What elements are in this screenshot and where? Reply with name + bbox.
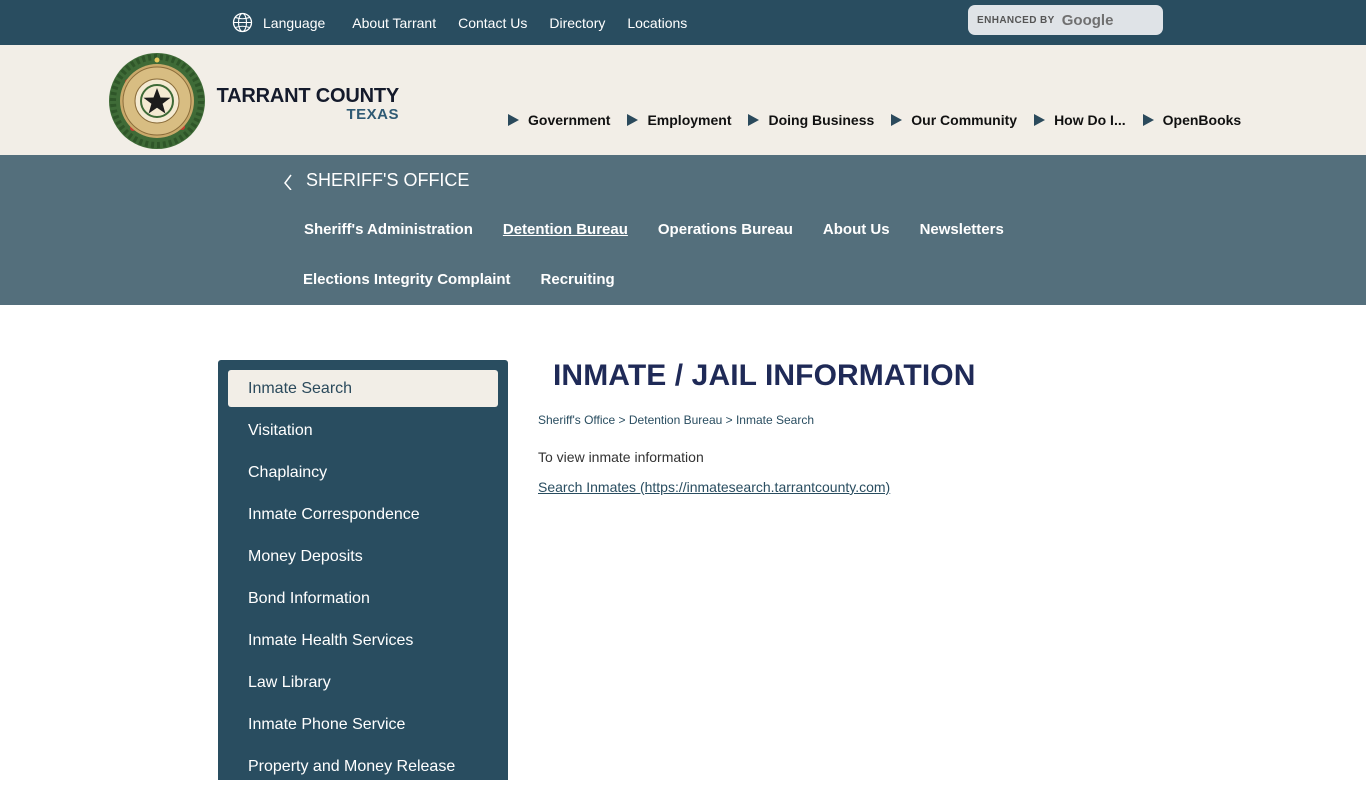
sidebar-item-chaplaincy[interactable]: Chaplaincy <box>228 454 498 496</box>
subnav-newsletters[interactable]: Newsletters <box>920 221 1004 238</box>
triangle-right-icon <box>627 114 639 126</box>
directory-link[interactable]: Directory <box>549 15 605 31</box>
top-utility-bar: Language About Tarrant Contact Us Direct… <box>0 0 1366 45</box>
sidebar-item-law-library[interactable]: Law Library <box>228 664 498 706</box>
department-title: SHERIFF'S OFFICE <box>306 170 470 190</box>
site-brand[interactable]: TARRANT COUNTY TEXAS <box>214 85 400 124</box>
nav-label: Employment <box>647 112 732 128</box>
nav-how-do-i[interactable]: How Do I... <box>1034 112 1126 128</box>
triangle-right-icon <box>1034 114 1046 126</box>
nav-label: Government <box>528 112 611 128</box>
breadcrumb[interactable]: Sheriff's Office > Detention Bureau > In… <box>538 413 1258 427</box>
nav-label: OpenBooks <box>1162 112 1242 128</box>
subnav-operations-bureau[interactable]: Operations Bureau <box>658 221 793 238</box>
contact-us-link[interactable]: Contact Us <box>458 15 527 31</box>
sidebar-item-property-and-money-release[interactable]: Property and Money Release <box>228 748 498 790</box>
department-nav-row-2: Elections Integrity Complaint Recruiting <box>303 271 645 288</box>
sidebar-item-inmate-health-services[interactable]: Inmate Health Services <box>228 622 498 664</box>
triangle-right-icon <box>1142 114 1154 126</box>
nav-employment[interactable]: Employment <box>627 112 731 128</box>
nav-label: How Do I... <box>1054 112 1126 128</box>
subnav-elections-integrity-complaint[interactable]: Elections Integrity Complaint <box>303 271 511 288</box>
department-back-link[interactable]: SHERIFF'S OFFICE <box>282 170 469 191</box>
chevron-left-icon <box>284 174 292 190</box>
intro-text: To view inmate information <box>538 449 704 465</box>
subnav-about-us[interactable]: About Us <box>823 221 890 238</box>
language-label: Language <box>263 14 326 31</box>
globe-icon <box>232 12 253 33</box>
sidebar-item-inmate-phone-service[interactable]: Inmate Phone Service <box>228 706 498 748</box>
page-title: INMATE / JAIL INFORMATION <box>553 359 976 392</box>
nav-label: Doing Business <box>768 112 875 128</box>
main-nav: Government Employment Doing Business Our… <box>508 112 1258 128</box>
subnav-detention-bureau[interactable]: Detention Bureau <box>503 221 628 238</box>
utility-nav: Language About Tarrant Contact Us Direct… <box>232 0 709 45</box>
sidebar-item-inmate-correspondence[interactable]: Inmate Correspondence <box>228 496 498 538</box>
sidebar-item-inmate-search[interactable]: Inmate Search <box>228 370 498 407</box>
state-name: TEXAS <box>346 106 399 123</box>
nav-government[interactable]: Government <box>508 112 610 128</box>
department-nav-row-1: Sheriff's Administration Detention Burea… <box>304 221 1034 238</box>
nav-doing-business[interactable]: Doing Business <box>748 112 874 128</box>
sidebar-item-money-deposits[interactable]: Money Deposits <box>228 538 498 580</box>
nav-label: Our Community <box>911 112 1018 128</box>
main-content: INMATE / JAIL INFORMATION Sheriff's Offi… <box>538 358 1258 497</box>
sidebar-item-bond-information[interactable]: Bond Information <box>228 580 498 622</box>
sidebar-item-visitation[interactable]: Visitation <box>228 412 498 454</box>
triangle-right-icon <box>508 114 519 126</box>
search-inmates-link[interactable]: Search Inmates (https://inmatesearch.tar… <box>538 479 890 495</box>
sidebar-nav: Inmate Search Visitation Chaplaincy Inma… <box>218 360 508 780</box>
nav-openbooks[interactable]: OpenBooks <box>1142 112 1242 128</box>
county-name: TARRANT COUNTY <box>216 85 400 107</box>
locations-link[interactable]: Locations <box>627 15 687 31</box>
about-tarrant-link[interactable]: About Tarrant <box>352 15 436 31</box>
triangle-right-icon <box>748 114 760 126</box>
nav-our-community[interactable]: Our Community <box>891 112 1017 128</box>
county-seal-logo[interactable] <box>108 52 206 150</box>
language-button[interactable]: Language <box>232 12 325 33</box>
enhanced-by-label: ENHANCED BY <box>977 14 1055 26</box>
subnav-sheriffs-administration[interactable]: Sheriff's Administration <box>304 221 473 238</box>
google-wordmark: Google <box>1061 11 1114 29</box>
triangle-right-icon <box>891 114 903 126</box>
subnav-recruiting[interactable]: Recruiting <box>541 271 615 288</box>
search-input[interactable]: ENHANCED BY Google <box>968 5 1163 35</box>
